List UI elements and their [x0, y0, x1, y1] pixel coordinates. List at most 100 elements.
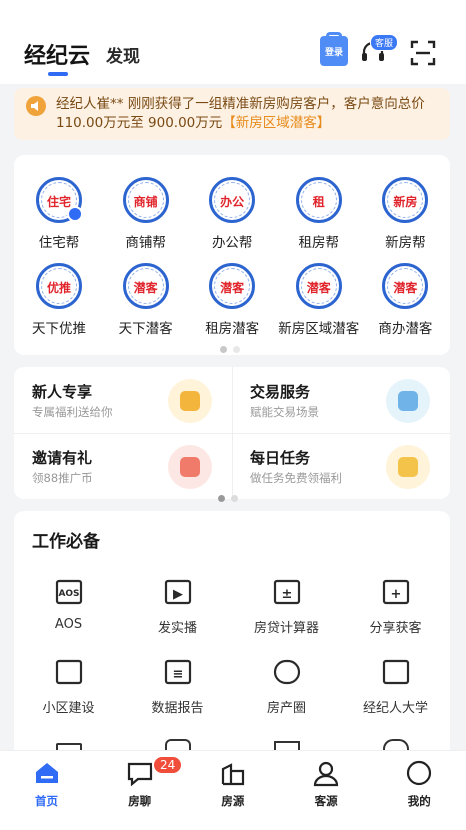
verified-check-icon: [67, 206, 83, 222]
app-shortcut[interactable]: 租租房帮: [276, 177, 362, 251]
report-icon-glyph: ≡: [164, 659, 191, 685]
tool-item[interactable]: ▶ 发实播: [123, 577, 232, 636]
app-logo-icon: 潜客: [209, 263, 256, 309]
app-label: 租房潜客: [205, 321, 260, 337]
app-logo-text: 潜客: [133, 281, 158, 295]
app-shortcut[interactable]: 住宅 住宅帮: [16, 177, 102, 251]
live-tv-icon-glyph: ▶: [164, 579, 191, 605]
chat-icon-glyph: [127, 762, 152, 787]
app-shortcut[interactable]: 潜客 租房潜客: [189, 263, 275, 337]
tab-discover[interactable]: 发现: [106, 42, 140, 67]
tool-label: 小区建设: [42, 701, 95, 716]
calendar-check-icon-inner: [398, 457, 418, 477]
app-shortcut[interactable]: 新房 新房帮: [362, 177, 448, 251]
svg-text:±: ±: [281, 587, 292, 602]
app-logo-text: 潜客: [306, 281, 331, 295]
app-shortcut[interactable]: 潜客 天下潜客: [103, 263, 189, 337]
nav-label: 首页: [35, 794, 58, 808]
nav-house[interactable]: 房源: [186, 759, 279, 809]
promo-title: 每日任务: [250, 449, 311, 467]
app-logo-text: 商铺: [133, 195, 158, 209]
person-icon-glyph: [313, 761, 339, 787]
tool-item[interactable]: ± 房贷计算器: [232, 577, 341, 636]
building-icon-glyph: [55, 659, 82, 685]
promo-subtitle: 领88推广币: [32, 471, 93, 485]
tool-label: AOS: [54, 617, 83, 632]
promo-item[interactable]: 每日任务 做任务免费领福利: [232, 433, 450, 499]
calculator-icon: ±: [272, 577, 302, 607]
planet-icon: [272, 657, 302, 687]
tool-item[interactable]: 经纪人大学: [341, 657, 450, 716]
share-user-icon: +: [381, 577, 411, 607]
promo-card: 新人专享 专属福利送给你 交易服务 赋能交易场景 邀请有礼 领88推广币 每日任务 做任务免费…: [14, 367, 450, 502]
promo-item[interactable]: 交易服务 赋能交易场景: [232, 367, 450, 433]
app-label: 住宅帮: [38, 235, 80, 251]
promo-pager: [218, 487, 244, 506]
tools-title: 工作必备: [32, 532, 100, 552]
app-logo-icon: 优推: [36, 263, 82, 309]
app-shortcut[interactable]: 商铺 商铺帮: [103, 177, 189, 251]
report-icon: ≡: [163, 657, 193, 687]
nav-label: 客源: [314, 794, 338, 808]
planet-icon-glyph: [273, 659, 300, 685]
tool-item[interactable]: 房产圈: [232, 657, 341, 716]
bottom-nav: 首页 房聊 房源 客源 我的 24: [0, 750, 466, 830]
app-shortcut[interactable]: 潜客 新房区域潜客: [276, 263, 362, 337]
svg-text:▶: ▶: [173, 587, 183, 602]
chat-unread-badge: 24: [152, 755, 184, 775]
app-label: 天下优推: [32, 321, 86, 337]
tool-label: 分享获客: [369, 621, 422, 636]
app-logo-icon: 办公: [209, 177, 256, 223]
calendar-ring: [326, 32, 342, 38]
profile-icon: [405, 759, 433, 787]
app-shortcut[interactable]: 办公 办公帮: [189, 177, 275, 251]
svg-text:AOS: AOS: [58, 589, 79, 599]
aos-icon-glyph: AOS: [55, 579, 82, 605]
login-button[interactable]: 登录: [320, 32, 348, 66]
app-logo-text: 潜客: [393, 281, 418, 295]
app-logo-icon: 潜客: [122, 263, 169, 309]
promo-item[interactable]: 邀请有礼 领88推广币: [14, 433, 232, 499]
share-user-icon-glyph: +: [382, 579, 409, 605]
app-logo-icon: 潜客: [295, 263, 342, 309]
nav-home[interactable]: 首页: [0, 759, 93, 809]
nav-label: 我的: [407, 794, 431, 808]
speaker-icon: [26, 96, 46, 116]
nav-person[interactable]: 客源: [280, 759, 373, 809]
book-icon: [381, 657, 411, 687]
gift-box-icon-inner: [180, 457, 200, 477]
tool-item[interactable]: 小区建设: [14, 657, 123, 716]
tab-jingjiyun[interactable]: 经纪云: [24, 38, 90, 70]
app-header: 经纪云 发现 登录 客服: [0, 0, 466, 84]
pager-dot: [231, 495, 238, 502]
promo-title: 交易服务: [250, 383, 311, 401]
pager-dot-active: [218, 495, 225, 502]
speaker-glyph: [31, 101, 38, 111]
tool-item[interactable]: ≡ 数据报告: [123, 657, 232, 716]
apps-pager: [220, 338, 246, 357]
promo-title: 新人专享: [32, 383, 93, 401]
app-shortcut[interactable]: 潜客 商办潜客: [362, 263, 448, 337]
tool-item[interactable]: + 分享获客: [341, 577, 450, 636]
svg-text:+: +: [390, 587, 401, 602]
promo-subtitle: 专属福利送给你: [32, 405, 113, 419]
service-badge: 客服: [370, 34, 399, 51]
home-icon: [33, 759, 61, 787]
app-logo-text: 租: [312, 195, 325, 209]
tool-label: 房产圈: [266, 701, 306, 716]
app-label: 新房区域潜客: [278, 321, 360, 337]
nav-label: 房源: [221, 794, 245, 808]
scan-icon[interactable]: [410, 40, 436, 66]
promo-item[interactable]: 新人专享专属福利送给你: [14, 367, 232, 433]
notice-banner[interactable]: 经纪人崔** 刚刚获得了一组精准新房购房客户，客户意向总价 110.00万元至 …: [14, 88, 450, 140]
tool-label: 经纪人大学: [362, 701, 428, 716]
nav-profile[interactable]: 我的: [373, 759, 466, 809]
app-logo-icon: 住宅: [36, 177, 83, 223]
notice-text: 经纪人崔** 刚刚获得了一组精准新房购房客户，客户意向总价 110.00万元至 …: [56, 95, 446, 133]
app-logo-text: 潜客: [220, 281, 245, 295]
login-label: 登录: [324, 48, 343, 58]
app-shortcut[interactable]: 优推 天下优推: [16, 263, 102, 337]
tool-item[interactable]: AOS AOS: [14, 577, 123, 632]
tool-label: 数据报告: [151, 701, 204, 716]
house-icon: [219, 759, 247, 787]
